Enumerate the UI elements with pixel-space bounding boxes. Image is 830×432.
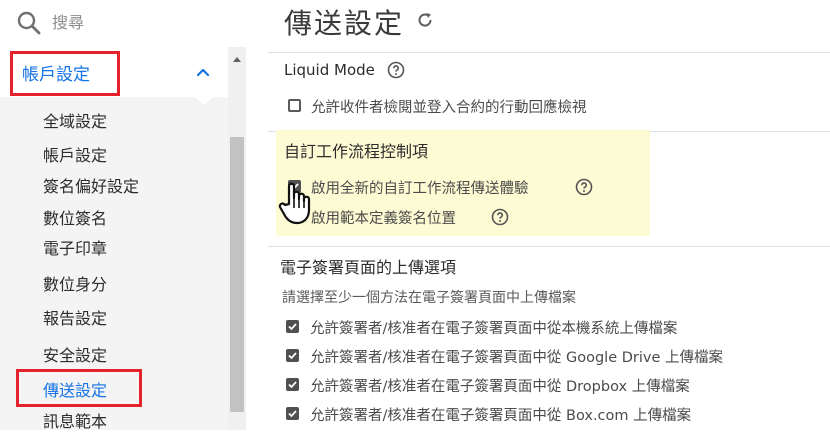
sidebar: 搜尋 帳戶設定 全域設定 帳戶設定 簽名偏好設定 數位簽名 電子印章 數位身分 … — [0, 0, 246, 432]
help-icon[interactable] — [387, 61, 405, 79]
option-label-upload-dropbox: 允許簽署者/核准者在電子簽署頁面中從 Dropbox 上傳檔案 — [310, 379, 690, 395]
option-label-template-signature-location: 啟用範本定義簽名位置 — [311, 211, 456, 227]
checkbox-upload-dropbox[interactable] — [286, 378, 299, 391]
sidebar-item-message-templates[interactable]: 訊息範本 — [43, 408, 107, 432]
checkbox-upload-google-drive[interactable] — [286, 349, 299, 362]
sidebar-item-electronic-seals[interactable]: 電子印章 — [43, 235, 107, 259]
search-icon — [17, 11, 41, 35]
checkbox-upload-local[interactable] — [286, 320, 299, 333]
sidebar-item-account-settings[interactable]: 帳戶設定 — [43, 142, 107, 166]
sidebar-item-report-settings[interactable]: 報告設定 — [43, 305, 107, 329]
section-title-upload-options: 電子簽署頁面的上傳選項 — [280, 258, 457, 277]
divider — [268, 52, 830, 53]
chevron-up-icon[interactable] — [196, 67, 210, 77]
section-title-custom-workflow: 自訂工作流程控制項 — [284, 142, 429, 161]
checkbox-liquid-mode[interactable] — [288, 99, 301, 112]
option-label-upload-google-drive: 允許簽署者/核准者在電子簽署頁面中從 Google Drive 上傳檔案 — [310, 350, 724, 366]
search-bar[interactable]: 搜尋 — [0, 0, 246, 48]
scroll-up-arrow-icon[interactable] — [233, 57, 241, 62]
sidebar-item-global-settings[interactable]: 全域設定 — [43, 108, 107, 132]
refresh-icon[interactable] — [416, 11, 434, 29]
section-pointer — [195, 97, 213, 105]
help-icon[interactable] — [575, 178, 593, 196]
checkbox-upload-box[interactable] — [286, 407, 299, 420]
hand-cursor-icon — [278, 182, 311, 225]
option-label-upload-local: 允許簽署者/核准者在電子簽署頁面中從本機系統上傳檔案 — [310, 321, 678, 337]
annotation-box-send-settings — [16, 369, 142, 407]
sidebar-item-security-settings[interactable]: 安全設定 — [43, 342, 107, 366]
upload-options-description: 請選擇至少一個方法在電子簽署頁面中上傳檔案 — [282, 290, 576, 306]
page-title: 傳送設定 — [284, 7, 405, 40]
annotation-box-account-settings — [10, 51, 120, 96]
option-label-new-custom-workflow: 啟用全新的自訂工作流程傳送體驗 — [311, 181, 529, 197]
sidebar-item-digital-signatures[interactable]: 數位簽名 — [43, 205, 107, 229]
main-content: 傳送設定 Liquid Mode 允許收件者檢閱並登入合約的行動回應檢視 自訂工… — [246, 0, 830, 430]
option-label-upload-box: 允許簽署者/核准者在電子簽署頁面中從 Box.com 上傳檔案 — [310, 408, 692, 424]
search-input[interactable]: 搜尋 — [52, 9, 84, 33]
help-icon[interactable] — [491, 208, 509, 226]
sidebar-item-digital-identity[interactable]: 數位身分 — [43, 271, 107, 295]
sidebar-item-signature-preferences[interactable]: 簽名偏好設定 — [43, 173, 139, 197]
sidebar-scrollbar-thumb[interactable] — [230, 137, 244, 412]
divider — [268, 246, 830, 247]
option-label-liquid-mode: 允許收件者檢閱並登入合約的行動回應檢視 — [311, 100, 587, 116]
section-title-liquid-mode: Liquid Mode — [284, 61, 375, 79]
